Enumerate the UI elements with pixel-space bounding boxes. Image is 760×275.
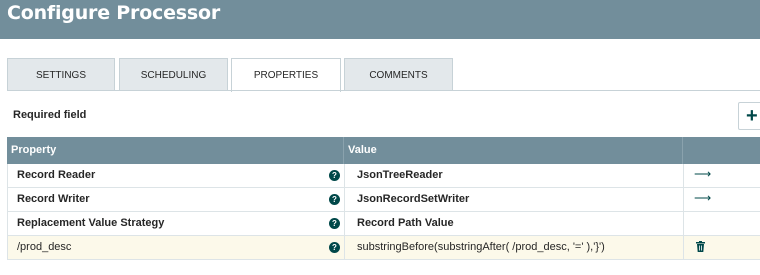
column-divider bbox=[344, 164, 345, 187]
tab-scheduling[interactable]: SCHEDULING bbox=[119, 58, 228, 91]
dialog-title: Configure Processor bbox=[7, 2, 221, 24]
properties-table: Property Value Record Reader ? JsonTreeR… bbox=[7, 137, 760, 260]
help-icon[interactable]: ? bbox=[329, 194, 340, 205]
property-value[interactable]: JsonRecordSetWriter bbox=[357, 188, 677, 211]
property-name: Record Reader bbox=[17, 169, 96, 181]
help-icon[interactable]: ? bbox=[329, 218, 340, 229]
help-icon[interactable]: ? bbox=[329, 170, 340, 181]
tab-divider bbox=[7, 90, 760, 91]
property-value[interactable]: JsonTreeReader bbox=[357, 164, 677, 187]
column-divider bbox=[682, 137, 683, 164]
column-header-value[interactable]: Value bbox=[344, 137, 682, 164]
tab-comments[interactable]: COMMENTS bbox=[344, 58, 453, 91]
required-field-label: Required field bbox=[13, 109, 87, 121]
tab-settings[interactable]: SETTINGS bbox=[7, 58, 115, 91]
plus-icon: + bbox=[746, 105, 758, 127]
property-name: Replacement Value Strategy bbox=[17, 217, 165, 229]
table-row[interactable]: Record Reader ? JsonTreeReader ⟶ bbox=[7, 164, 760, 188]
arrow-right-icon[interactable]: ⟶ bbox=[694, 191, 711, 205]
table-header: Property Value bbox=[7, 137, 760, 164]
column-divider bbox=[683, 188, 684, 211]
table-row[interactable]: /prod_desc ? substringBefore(substringAf… bbox=[7, 236, 760, 260]
dialog-header: Configure Processor bbox=[0, 0, 760, 39]
trash-icon[interactable] bbox=[696, 241, 705, 252]
property-name: Record Writer bbox=[17, 193, 90, 205]
property-name: /prod_desc bbox=[17, 241, 72, 253]
arrow-right-icon[interactable]: ⟶ bbox=[694, 167, 711, 181]
property-value[interactable]: Record Path Value bbox=[357, 212, 677, 235]
column-header-property[interactable]: Property bbox=[7, 137, 343, 164]
help-icon[interactable]: ? bbox=[329, 242, 340, 253]
add-property-button[interactable]: + bbox=[738, 102, 760, 130]
column-divider bbox=[683, 212, 684, 235]
table-row[interactable]: Record Writer ? JsonRecordSetWriter ⟶ bbox=[7, 188, 760, 212]
column-divider bbox=[683, 164, 684, 187]
column-divider bbox=[344, 236, 345, 259]
column-divider bbox=[344, 188, 345, 211]
table-row[interactable]: Replacement Value Strategy ? Record Path… bbox=[7, 212, 760, 236]
tab-properties[interactable]: PROPERTIES bbox=[231, 58, 341, 92]
column-divider bbox=[344, 212, 345, 235]
column-divider bbox=[683, 236, 684, 259]
property-value[interactable]: substringBefore(substringAfter( /prod_de… bbox=[357, 236, 677, 259]
